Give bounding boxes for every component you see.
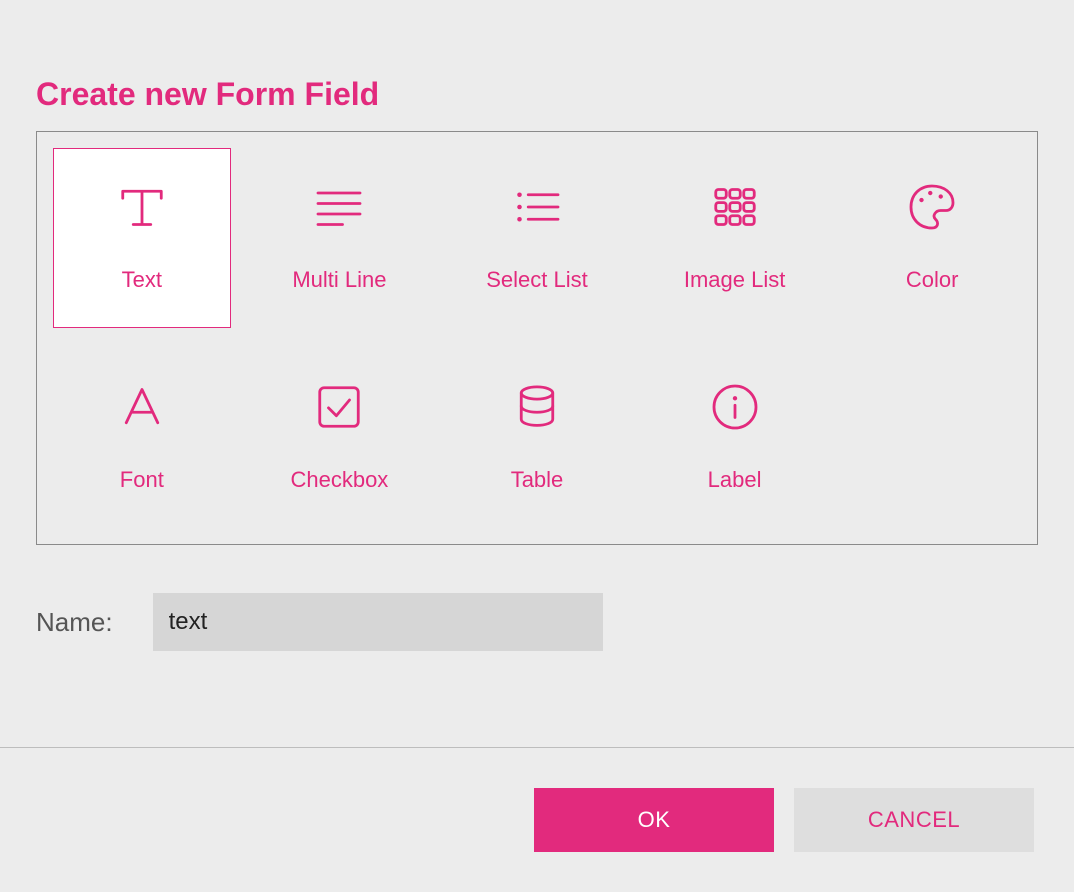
dialog-title: Create new Form Field xyxy=(36,76,1038,113)
field-tile-table[interactable]: Table xyxy=(448,348,626,528)
field-tile-selectlist[interactable]: Select List xyxy=(448,148,626,328)
checkbox-icon xyxy=(309,377,369,437)
field-tile-color[interactable]: Color xyxy=(843,148,1021,328)
field-tile-label: Checkbox xyxy=(290,467,388,493)
field-tile-text[interactable]: Text xyxy=(53,148,231,328)
name-label: Name: xyxy=(36,607,113,638)
field-tile-label: Image List xyxy=(684,267,786,293)
font-icon xyxy=(112,377,172,437)
field-tile-label-type[interactable]: Label xyxy=(646,348,824,528)
imagelist-icon xyxy=(705,177,765,237)
multiline-icon xyxy=(309,177,369,237)
selectlist-icon xyxy=(507,177,567,237)
ok-button[interactable]: OK xyxy=(534,788,774,852)
field-tile-label: Multi Line xyxy=(292,267,386,293)
dialog-footer: OK CANCEL xyxy=(0,747,1074,892)
text-icon xyxy=(112,177,172,237)
palette-icon xyxy=(902,177,962,237)
field-tile-imagelist[interactable]: Image List xyxy=(646,148,824,328)
field-tile-label: Text xyxy=(122,267,162,293)
field-tile-font[interactable]: Font xyxy=(53,348,231,528)
field-tile-label: Select List xyxy=(486,267,588,293)
field-tile-label: Label xyxy=(708,467,762,493)
cancel-button[interactable]: CANCEL xyxy=(794,788,1034,852)
name-row: Name: xyxy=(36,593,1038,651)
field-tile-label: Color xyxy=(906,267,959,293)
field-tile-multiline[interactable]: Multi Line xyxy=(251,148,429,328)
table-icon xyxy=(507,377,567,437)
name-input[interactable] xyxy=(153,593,603,651)
info-icon xyxy=(705,377,765,437)
create-form-field-dialog: Create new Form Field Text Multi Line xyxy=(0,0,1074,892)
field-type-grid: Text Multi Line xyxy=(36,131,1038,545)
field-tile-checkbox[interactable]: Checkbox xyxy=(251,348,429,528)
field-tile-label: Font xyxy=(120,467,164,493)
field-tile-label: Table xyxy=(511,467,564,493)
